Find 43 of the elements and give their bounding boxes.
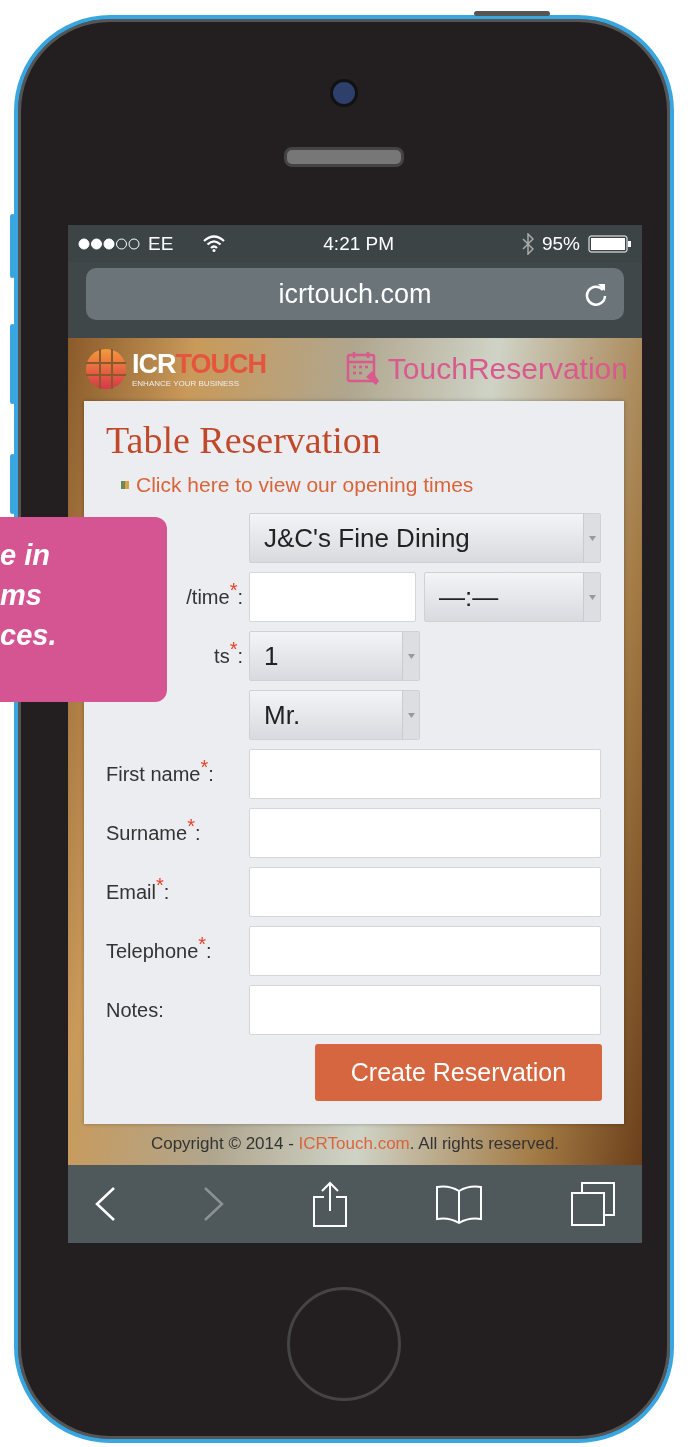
caret-icon: [588, 594, 596, 600]
share-button[interactable]: [312, 1181, 348, 1227]
input-field[interactable]: [249, 749, 601, 799]
input-field[interactable]: [249, 808, 601, 858]
reload-icon[interactable]: [584, 281, 608, 307]
bookmarks-button[interactable]: [435, 1183, 483, 1225]
dropdown[interactable]: Mr.: [249, 690, 420, 740]
caret-icon: [588, 535, 596, 541]
signal-icon: [78, 237, 140, 250]
brand-name: ICRTOUCH: [132, 350, 266, 378]
tabs-button[interactable]: [570, 1181, 616, 1227]
input-field[interactable]: [249, 926, 601, 976]
dropdown[interactable]: —:—: [424, 572, 601, 622]
camera-lens: [330, 79, 358, 107]
field-label: Notes:: [106, 998, 165, 1022]
document-icon: [120, 480, 130, 490]
calendar-icon: [345, 351, 380, 387]
wifi-icon: [203, 235, 226, 252]
forward-button[interactable]: [203, 1186, 225, 1222]
input-field[interactable]: [249, 985, 601, 1035]
callout-text: e in: [0, 537, 51, 573]
bluetooth-icon: [521, 232, 534, 255]
home-button[interactable]: [287, 1287, 401, 1401]
logo-icon: [86, 349, 126, 389]
carrier-name: EE: [148, 232, 174, 255]
back-button[interactable]: [94, 1186, 116, 1222]
dropdown[interactable]: 1: [249, 631, 420, 681]
dropdown[interactable]: J&C's Fine Dining: [249, 513, 601, 563]
form-title: Table Reservation: [106, 419, 382, 461]
caret-icon: [407, 712, 415, 718]
input-field[interactable]: [249, 572, 416, 622]
address-bar[interactable]: icrtouch.com: [86, 268, 624, 320]
copyright-text: Copyright © 2014 - ICRTouch.com. All rights reserved.: [150, 1134, 560, 1154]
brand-tagline: ENHANCE YOUR BUSINESS: [132, 379, 240, 388]
callout-text: ces.: [0, 617, 58, 653]
clock-time: 4:21 PM: [323, 232, 395, 255]
battery-icon: [588, 234, 632, 253]
create-reservation-button[interactable]: Create Reservation: [315, 1044, 602, 1101]
callout-text: ms: [0, 577, 43, 613]
battery-percentage: 95%: [541, 232, 580, 255]
url-text: icrtouch.com: [278, 278, 432, 310]
input-field[interactable]: [249, 867, 601, 917]
caret-icon: [407, 653, 415, 659]
